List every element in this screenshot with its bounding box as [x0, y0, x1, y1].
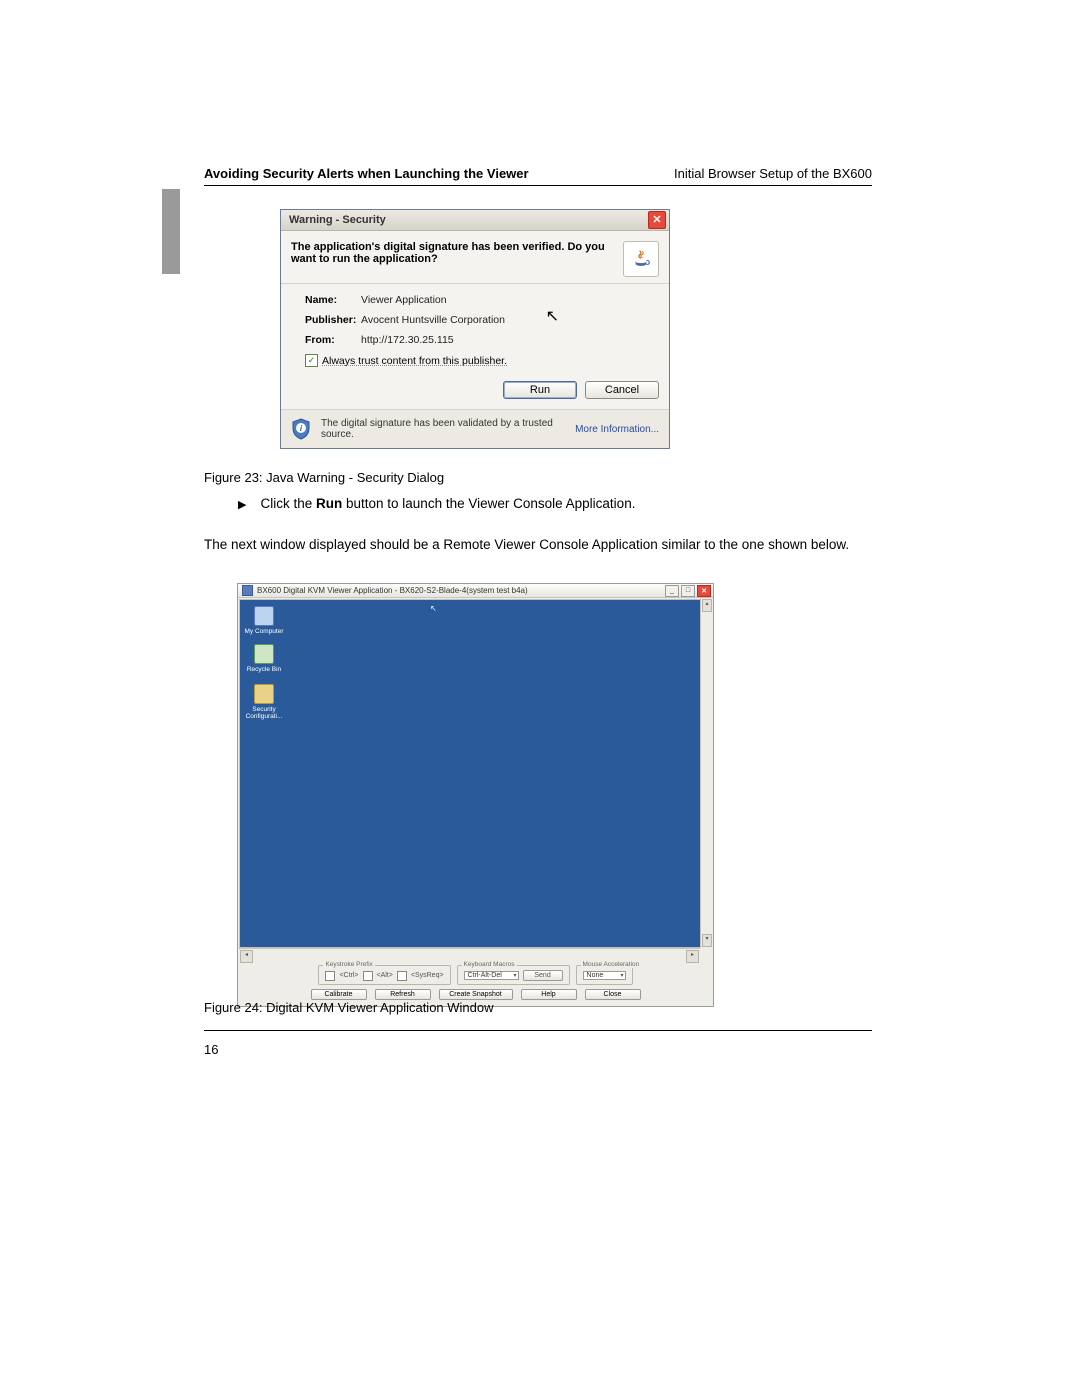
maximize-icon[interactable]: □ [681, 585, 695, 597]
desktop-icon-my-computer[interactable]: My Computer [244, 606, 284, 635]
close-button[interactable]: Close [585, 989, 641, 1000]
ctrl-checkbox[interactable] [325, 971, 335, 981]
group-keystroke-prefix: Keystroke Prefix <Ctrl> <Alt> <SysReq> [318, 965, 450, 985]
group-keyboard-macros: Keyboard Macros Ctrl-Alt-Del Send [457, 965, 570, 985]
dialog-question: The application's digital signature has … [291, 241, 615, 277]
name-value: Viewer Application [361, 294, 447, 306]
scroll-up-icon[interactable]: ▴ [702, 599, 712, 612]
trust-label: Always trust content from this publisher… [322, 355, 507, 367]
send-button[interactable]: Send [523, 970, 563, 981]
window-buttons: _ □ ✕ [665, 585, 711, 597]
refresh-button[interactable]: Refresh [375, 989, 431, 1000]
viewer-button-row: Calibrate Refresh Create Snapshot Help C… [244, 989, 707, 1000]
figure-24: BX600 Digital KVM Viewer Application - B… [237, 583, 714, 1007]
bullet-instruction: ▶ Click the Run button to launch the Vie… [238, 496, 872, 514]
group-mouse-acceleration: Mouse Acceleration None [576, 965, 633, 985]
figure-24-caption: Figure 24: Digital KVM Viewer Applicatio… [204, 1000, 872, 1015]
calibrate-button[interactable]: Calibrate [311, 989, 367, 1000]
section-tab [162, 189, 180, 274]
trust-checkbox-row[interactable]: ✓ Always trust content from this publish… [305, 354, 655, 367]
viewer-titlebar: BX600 Digital KVM Viewer Application - B… [238, 584, 713, 598]
security-dialog: Warning - Security ✕ The application's d… [280, 209, 670, 449]
dialog-title-text: Warning - Security [289, 214, 386, 226]
app-icon [242, 585, 253, 596]
figure-23-caption: Figure 23: Java Warning - Security Dialo… [204, 470, 872, 485]
remote-cursor-icon: ↖ [430, 604, 437, 613]
cancel-button[interactable]: Cancel [585, 381, 659, 399]
bullet-icon: ▶ [238, 496, 246, 514]
kvm-viewer-window: BX600 Digital KVM Viewer Application - B… [237, 583, 714, 1007]
vertical-scrollbar[interactable]: ▴ ▾ [700, 598, 713, 948]
body-paragraph: The next window displayed should be a Re… [204, 536, 872, 554]
macro-combo[interactable]: Ctrl-Alt-Del [464, 971, 519, 980]
more-info-link[interactable]: More Information... [575, 424, 659, 435]
snapshot-button[interactable]: Create Snapshot [439, 989, 513, 1000]
accel-combo[interactable]: None [583, 971, 626, 980]
scroll-down-icon[interactable]: ▾ [702, 934, 712, 947]
dialog-titlebar: Warning - Security ✕ [281, 210, 669, 231]
viewer-main: My Computer Recycle Bin Security Configu… [238, 598, 713, 948]
horizontal-scrollbar[interactable]: ◂ ▸ [239, 948, 700, 961]
bullet-text: Click the Run button to launch the Viewe… [260, 496, 635, 511]
from-value: http://172.30.25.115 [361, 334, 454, 346]
close-icon[interactable]: ✕ [697, 585, 711, 597]
cursor-icon: ↖ [546, 306, 559, 326]
dialog-question-row: The application's digital signature has … [281, 231, 669, 284]
dialog-body: Name: Viewer Application Publisher: Avoc… [281, 284, 669, 381]
header-doc-title: Initial Browser Setup of the BX600 [674, 166, 872, 181]
minimize-icon[interactable]: _ [665, 585, 679, 597]
name-label: Name: [305, 294, 361, 306]
desktop-icon-security-config[interactable]: Security Configurati... [244, 684, 284, 720]
checkbox-icon[interactable]: ✓ [305, 354, 318, 367]
java-icon [623, 241, 659, 277]
viewer-title-text: BX600 Digital KVM Viewer Application - B… [257, 586, 528, 595]
scroll-left-icon[interactable]: ◂ [240, 950, 253, 963]
dialog-footer: i The digital signature has been validat… [281, 409, 669, 448]
alt-checkbox[interactable] [363, 971, 373, 981]
page-header: Avoiding Security Alerts when Launching … [204, 166, 872, 181]
from-label: From: [305, 334, 361, 346]
document-page: { "header": { "left": "Avoiding Security… [0, 0, 1080, 1397]
sysreq-checkbox[interactable] [397, 971, 407, 981]
scroll-right-icon[interactable]: ▸ [686, 950, 699, 963]
dialog-button-row: Run Cancel [281, 381, 669, 409]
desktop-icon-recycle-bin[interactable]: Recycle Bin [244, 644, 284, 673]
close-icon[interactable]: ✕ [648, 211, 666, 229]
footer-text: The digital signature has been validated… [321, 418, 565, 440]
help-button[interactable]: Help [521, 989, 577, 1000]
run-button[interactable]: Run [503, 381, 577, 399]
remote-desktop[interactable]: My Computer Recycle Bin Security Configu… [239, 599, 700, 948]
header-section-title: Avoiding Security Alerts when Launching … [204, 166, 529, 181]
header-rule [204, 185, 872, 186]
footer-rule [204, 1030, 872, 1031]
shield-icon: i [291, 418, 311, 440]
publisher-value: Avocent Huntsville Corporation [361, 314, 505, 326]
publisher-label: Publisher: [305, 314, 361, 326]
page-number: 16 [204, 1042, 218, 1057]
figure-23: Warning - Security ✕ The application's d… [280, 209, 670, 449]
